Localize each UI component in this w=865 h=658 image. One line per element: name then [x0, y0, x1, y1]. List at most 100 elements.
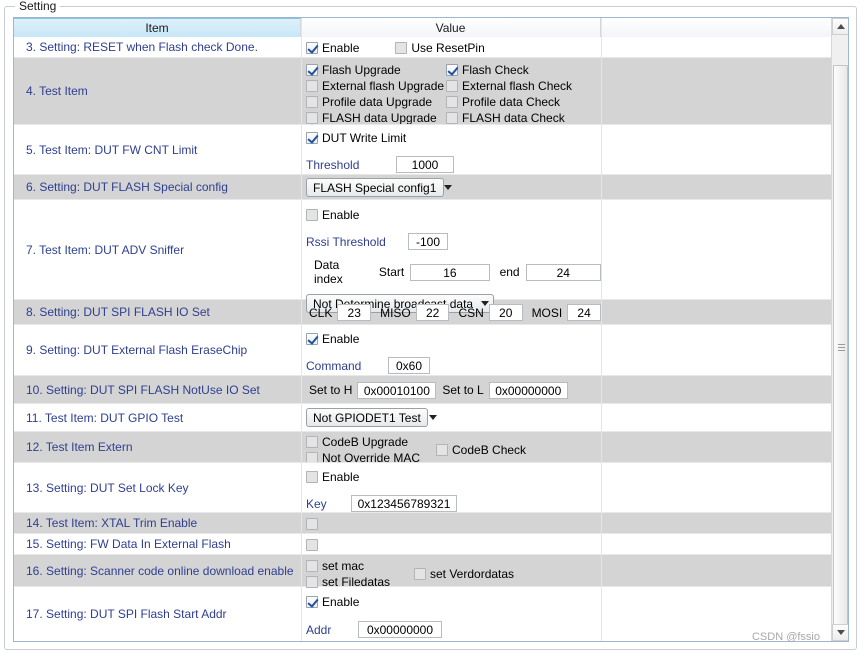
row-item-label: 10. Setting: DUT SPI FLASH NotUse IO Set [26, 382, 260, 397]
checkbox-use-resetpin[interactable]: Use ResetPin [395, 41, 485, 55]
table-row[interactable]: 9. Setting: DUT External Flash EraseChip… [14, 325, 832, 376]
checkbox-flash-upgrade[interactable]: Flash Upgrade [306, 62, 446, 78]
grid-content: Item Value 3. Setting: RESET when Flash … [14, 18, 832, 641]
flash-special-config-dropdown[interactable]: FLASH Special config1 [306, 178, 453, 197]
row-item-label: 17. Setting: DUT SPI Flash Start Addr [26, 606, 227, 621]
column-divider-2 [601, 18, 602, 641]
set-to-h-input[interactable]: 0x00010100 [357, 381, 437, 399]
table-row[interactable]: 4. Test Item Flash Upgrade External flas… [14, 58, 832, 125]
checkbox-label: Use ResetPin [411, 41, 485, 55]
checkbox-profile-data-check[interactable]: Profile data Check [446, 94, 596, 110]
table-row[interactable]: 15. Setting: FW Data In External Flash [14, 534, 832, 555]
set-to-l-input[interactable]: 0x00000000 [488, 381, 568, 399]
checkbox-set-verdordatas[interactable]: set Verdordatas [414, 566, 574, 582]
checkbox-icon [306, 80, 318, 92]
checkbox-not-override-mac[interactable]: Not Override MAC [306, 450, 436, 462]
table-row[interactable]: 7. Test Item: DUT ADV Sniffer Enable Rss… [14, 200, 832, 313]
table-row[interactable]: 13. Setting: DUT Set Lock Key Enable Key… [14, 463, 832, 513]
checkbox-label: set Verdordatas [430, 567, 515, 581]
checkbox-icon [306, 64, 318, 76]
checkbox-icon [436, 444, 448, 456]
end-input[interactable]: 24 [525, 263, 601, 281]
row-value-cell [301, 534, 601, 554]
checkbox-spi-flash-start-addr-enable[interactable]: Enable [306, 595, 359, 609]
row-extra-cell [601, 376, 832, 403]
column-header-item[interactable]: Item [14, 18, 301, 37]
groupbox-legend: Setting [15, 0, 61, 13]
checkbox-profile-data-upgrade[interactable]: Profile data Upgrade [306, 94, 446, 110]
dropdown-value: Not GPIODET1 Test [313, 410, 421, 425]
table-row[interactable]: 17. Setting: DUT SPI Flash Start Addr En… [14, 587, 832, 640]
miso-input[interactable]: 22 [415, 304, 450, 321]
table-row[interactable]: 16. Setting: Scanner code online downloa… [14, 555, 832, 589]
checkbox-set-mac[interactable]: set mac [306, 558, 414, 574]
row-extra-cell [601, 37, 832, 57]
addr-label: Addr [306, 622, 332, 637]
rssi-threshold-input[interactable]: -100 [408, 233, 448, 250]
checkbox-icon [306, 436, 318, 448]
row-value-cell: CLK 23 MISO 22 CSN 20 MOSI 24 [301, 300, 601, 324]
table-row[interactable]: 3. Setting: RESET when Flash check Done.… [14, 37, 832, 58]
checkbox-icon [306, 596, 318, 608]
table-row[interactable]: 14. Test Item: XTAL Trim Enable [14, 513, 832, 534]
row-value-cell: Not GPIODET1 Test [301, 404, 601, 431]
grid-header: Item Value [14, 18, 832, 37]
row-item-label: 12. Test Item Extern [26, 440, 133, 454]
arrow-up-icon [836, 24, 845, 29]
checkbox-dut-write-limit[interactable]: DUT Write Limit [306, 131, 406, 145]
row-item-label: 8. Setting: DUT SPI FLASH IO Set [26, 305, 210, 319]
scroll-down-button[interactable] [832, 624, 848, 641]
table-row[interactable]: 5. Test Item: DUT FW CNT Limit DUT Write… [14, 125, 832, 175]
table-row[interactable]: 6. Setting: DUT FLASH Special config FLA… [14, 175, 832, 200]
checkbox-lock-key-enable[interactable]: Enable [306, 470, 359, 484]
threshold-input[interactable]: 1000 [396, 156, 454, 173]
table-row[interactable]: 11. Test Item: DUT GPIO Test Not GPIODET… [14, 404, 832, 432]
clk-input[interactable]: 23 [337, 304, 372, 321]
row-extra-cell [601, 125, 832, 174]
mosi-input[interactable]: 24 [567, 304, 601, 321]
gpio-test-dropdown[interactable]: Not GPIODET1 Test [306, 408, 437, 427]
checkbox-codeb-upgrade[interactable]: CodeB Upgrade [306, 434, 436, 450]
start-input[interactable]: 16 [410, 263, 490, 281]
row-item-label: 9. Setting: DUT External Flash EraseChip [26, 343, 248, 357]
key-input[interactable]: 0x123456789321 [351, 495, 457, 512]
checkbox-codeb-check[interactable]: CodeB Check [436, 442, 586, 458]
checkbox-enable[interactable]: Enable [306, 41, 359, 55]
watermark-label: CSDN @fssio [751, 631, 820, 643]
checkbox-external-flash-check[interactable]: External flash Check [446, 78, 596, 94]
checkbox-label: Flash Check [462, 63, 529, 77]
checkbox-icon [306, 333, 318, 345]
checkbox-label: CodeB Check [452, 443, 527, 457]
column-header-value[interactable]: Value [301, 18, 601, 37]
checkbox-flash-data-upgrade[interactable]: FLASH data Upgrade [306, 110, 446, 124]
chevron-down-icon [428, 415, 437, 420]
column-header-extra[interactable] [601, 18, 832, 37]
miso-label: MISO [380, 305, 411, 320]
vertical-scrollbar[interactable] [831, 18, 848, 641]
checkbox-xtal-trim-enable[interactable] [306, 517, 322, 530]
table-row[interactable]: 8. Setting: DUT SPI FLASH IO Set CLK 23 … [14, 300, 832, 325]
checkbox-flash-check[interactable]: Flash Check [446, 62, 596, 78]
addr-input[interactable]: 0x00000000 [358, 621, 442, 638]
row-extra-cell [601, 534, 832, 554]
table-row[interactable]: 12. Test Item Extern CodeB Upgrade Not O… [14, 432, 832, 463]
csn-label: CSN [458, 305, 484, 320]
row-value-cell: Enable Rssi Threshold -100 Data index St… [301, 200, 601, 313]
row-extra-cell [601, 463, 832, 512]
checkbox-icon [306, 209, 318, 221]
row-extra-cell [601, 432, 832, 462]
table-row[interactable]: 10. Setting: DUT SPI FLASH NotUse IO Set… [14, 376, 832, 404]
checkbox-icon [306, 538, 318, 551]
checkbox-erasechip-enable[interactable]: Enable [306, 332, 359, 346]
command-input[interactable]: 0x60 [388, 357, 430, 374]
checkbox-external-flash-upgrade[interactable]: External flash Upgrade [306, 78, 446, 94]
scroll-up-button[interactable] [832, 18, 848, 35]
checkbox-fw-data-external-flash[interactable] [306, 538, 322, 551]
row-value-cell: Enable Key 0x123456789321 [301, 463, 601, 512]
checkbox-flash-data-check[interactable]: FLASH data Check [446, 110, 596, 124]
scrollbar-thumb[interactable] [833, 65, 848, 630]
csn-input[interactable]: 20 [488, 304, 523, 321]
grip-icon [838, 343, 845, 352]
checkbox-label: Enable [322, 595, 360, 609]
checkbox-adv-sniffer-enable[interactable]: Enable [306, 208, 359, 222]
